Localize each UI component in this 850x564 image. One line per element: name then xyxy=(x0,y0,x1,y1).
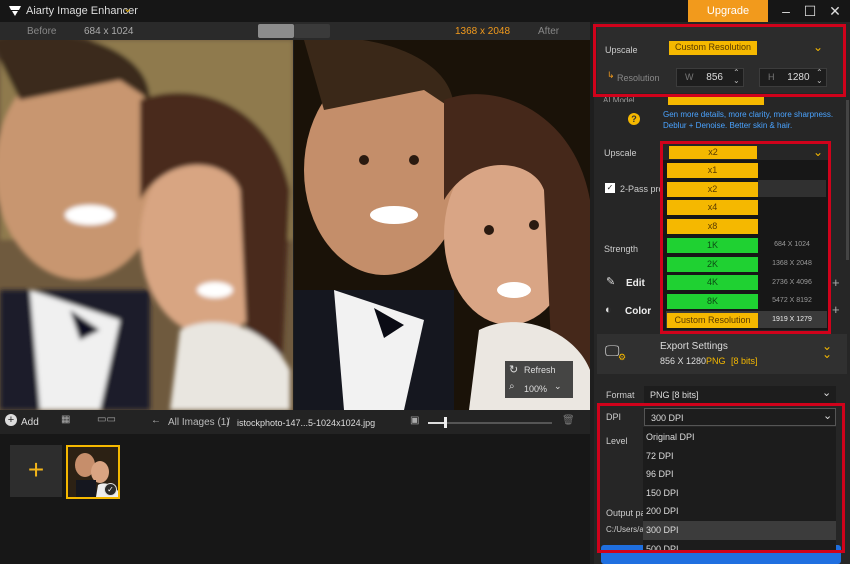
minimize-icon[interactable]: – xyxy=(775,3,797,19)
panel-scrollbar[interactable] xyxy=(846,100,849,260)
add-edit-icon[interactable]: + xyxy=(832,275,840,290)
maximize-icon[interactable]: ☐ xyxy=(799,3,821,19)
slider-handle[interactable] xyxy=(444,417,447,428)
add-button[interactable]: Add xyxy=(21,417,39,428)
back-arrow-icon[interactable]: ← xyxy=(151,415,161,426)
color-icon: ◐ xyxy=(605,304,612,316)
upscale-factor-label: Upscale xyxy=(604,148,637,158)
before-label: Before xyxy=(27,26,57,37)
trash-icon[interactable]: 🗑 xyxy=(562,415,575,426)
edit-section-label[interactable]: Edit xyxy=(626,278,645,289)
export-summary-format: PNG xyxy=(706,356,726,366)
ai-model-select[interactable] xyxy=(668,97,764,105)
help-icon[interactable]: ? xyxy=(628,113,640,125)
before-size: 684 x 1024 xyxy=(84,26,134,37)
add-color-icon[interactable]: + xyxy=(832,302,840,317)
refresh-button[interactable]: Refresh xyxy=(524,365,556,375)
image-icon: ▣ xyxy=(410,415,420,426)
chevron-down-icon[interactable]: ⌄ xyxy=(123,2,132,15)
two-pass-label: 2-Pass pro xyxy=(620,184,664,194)
format-label: Format xyxy=(606,390,635,400)
export-title: Export Settings xyxy=(660,341,728,352)
file-name: istockphoto-147...5-1024x1024.jpg xyxy=(237,418,376,428)
after-label: After xyxy=(538,26,560,37)
double-chevron-down-icon[interactable]: ⌄ ⌄ xyxy=(822,340,832,360)
split-view-toggle[interactable] xyxy=(294,24,330,38)
upgrade-button[interactable]: Upgrade available xyxy=(688,0,768,39)
app-logo-icon xyxy=(9,6,21,16)
zoom-icon: ⌕ xyxy=(509,381,515,392)
single-view-toggle[interactable] xyxy=(258,24,294,38)
chevron-down-icon[interactable]: ⌄ xyxy=(554,381,562,392)
two-pass-checkbox[interactable]: ✓ xyxy=(605,183,615,193)
grid-view-icon[interactable]: ▦ xyxy=(61,414,70,425)
image-thumbnail[interactable]: ✓ xyxy=(66,445,120,499)
close-icon[interactable]: ✕ xyxy=(824,3,846,19)
export-summary-size: 856 X 1280 xyxy=(660,356,707,366)
breadcrumb-separator: / xyxy=(227,417,230,428)
add-icon[interactable]: + xyxy=(5,414,17,426)
app-title: Aiarty Image Enhancer xyxy=(26,5,138,17)
strength-label: Strength xyxy=(604,244,639,254)
dropdown-highlight xyxy=(660,141,831,334)
checkmark-icon: ✓ xyxy=(104,483,117,496)
ai-model-label: AI Model xyxy=(603,96,635,102)
after-image xyxy=(294,40,590,410)
add-image-button[interactable]: + xyxy=(10,445,62,497)
refresh-icon[interactable]: ↻ xyxy=(509,363,518,376)
breadcrumb-root[interactable]: All Images (1) xyxy=(168,417,230,428)
export-settings-header[interactable] xyxy=(597,334,847,374)
title-bar: Aiarty Image Enhancer ⌄ Upgrade availabl… xyxy=(0,0,850,39)
ai-model-description-1: Gen more details, more clarity, more sha… xyxy=(663,110,834,119)
dpi-highlight xyxy=(597,403,845,553)
after-size: 1368 x 2048 xyxy=(455,26,511,37)
export-summary-bits: [8 bits] xyxy=(731,356,758,366)
ai-model-description-2: Deblur + Denoise. Better skin & hair. xyxy=(663,121,793,130)
edit-icon: ✎ xyxy=(606,276,616,288)
upscale-highlight xyxy=(593,24,846,97)
list-view-icon[interactable]: ▭▭ xyxy=(97,414,116,425)
zoom-value[interactable]: 100% xyxy=(524,384,547,394)
color-section-label[interactable]: Color xyxy=(625,306,651,317)
format-value: PNG [8 bits] xyxy=(650,390,699,400)
before-image xyxy=(0,40,293,410)
format-select[interactable]: PNG [8 bits] ⌄ xyxy=(644,386,836,404)
chevron-down-icon: ⌄ xyxy=(822,387,832,399)
app-window: Aiarty Image Enhancer ⌄ Upgrade availabl… xyxy=(0,0,850,564)
gear-icon: ⚙ xyxy=(618,352,627,362)
